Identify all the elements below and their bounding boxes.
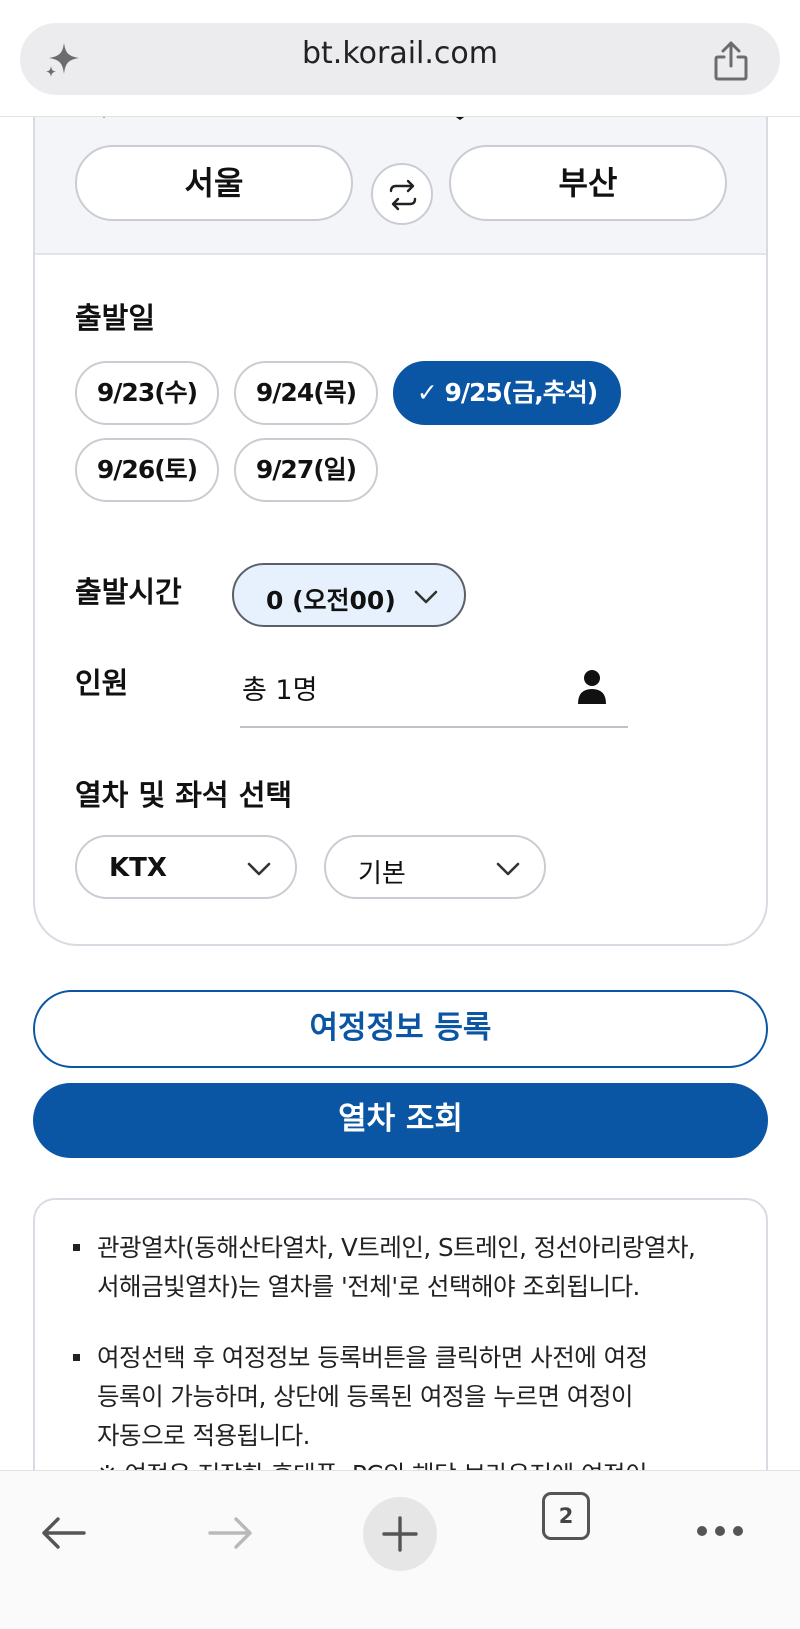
departure-time-value: 0 (오전00) bbox=[266, 586, 396, 615]
person-icon bbox=[578, 670, 606, 704]
tabs-button[interactable]: 2 bbox=[542, 1492, 590, 1540]
bullet-icon bbox=[73, 1244, 80, 1251]
departure-date-label: 출발일 bbox=[75, 301, 156, 335]
seat-type-value: 기본 bbox=[358, 859, 406, 889]
passenger-count-field[interactable]: 총 1명 bbox=[240, 660, 628, 728]
date-chip-0927[interactable]: 9/27(일) bbox=[234, 438, 378, 502]
bullet-icon bbox=[73, 1354, 80, 1361]
chevron-down-icon bbox=[496, 862, 520, 876]
forward-arrow-icon[interactable] bbox=[208, 1515, 254, 1551]
notice-line: 자동으로 적용됩니다. bbox=[97, 1421, 310, 1450]
browser-address-bar: bt.korail.com bbox=[0, 0, 800, 117]
url-text[interactable]: bt.korail.com bbox=[0, 36, 800, 71]
departure-time-select[interactable]: 0 (오전00) bbox=[232, 563, 466, 627]
plus-icon bbox=[382, 1516, 418, 1552]
chevron-down-icon bbox=[247, 862, 271, 876]
passenger-count-value: 총 1명 bbox=[242, 675, 318, 706]
share-icon[interactable] bbox=[712, 40, 750, 82]
swap-stations-button[interactable] bbox=[371, 163, 433, 225]
departure-station-button[interactable]: 서울 bbox=[75, 145, 353, 221]
new-tab-button[interactable] bbox=[363, 1497, 437, 1571]
back-arrow-icon[interactable] bbox=[40, 1515, 86, 1551]
notice-line: 관광열차(동해산타열차, V트레인, S트레인, 정선아리랑열차, bbox=[97, 1233, 696, 1262]
date-chip-0925-selected[interactable]: ✓ 9/25(금,추석) bbox=[393, 361, 621, 425]
notice-line: 서해금빛열차)는 열차를 '전체'로 선택해야 조회됩니다. bbox=[97, 1272, 640, 1301]
train-type-value: KTX bbox=[109, 853, 167, 883]
notice-line: 등록이 가능하며, 상단에 등록된 여정을 누르면 여정이 bbox=[97, 1382, 633, 1411]
arrival-station-button[interactable]: 부산 bbox=[449, 145, 727, 221]
swap-icon bbox=[389, 179, 417, 211]
date-chip-0923[interactable]: 9/23(수) bbox=[75, 361, 219, 425]
seat-type-select[interactable]: 기본 bbox=[324, 835, 546, 899]
chevron-down-icon bbox=[414, 590, 438, 604]
register-itinerary-button[interactable]: 여정정보 등록 bbox=[33, 990, 768, 1068]
passengers-label: 인원 bbox=[75, 666, 129, 700]
notice-card: 관광열차(동해산타열차, V트레인, S트레인, 정선아리랑열차, 서해금빛열차… bbox=[33, 1198, 768, 1498]
date-chip-0926[interactable]: 9/26(토) bbox=[75, 438, 219, 502]
more-icon[interactable] bbox=[696, 1525, 744, 1537]
search-trains-button[interactable]: 열차 조회 bbox=[33, 1083, 768, 1158]
train-seat-label: 열차 및 좌석 선택 bbox=[75, 778, 293, 812]
search-card: 서울 부산 출발일 9/23(수) 9/24(목) ✓ 9/25(금,추석) 9… bbox=[33, 60, 768, 946]
date-chip-0924[interactable]: 9/24(목) bbox=[234, 361, 378, 425]
train-type-select[interactable]: KTX bbox=[75, 835, 297, 899]
departure-time-label: 출발시간 bbox=[75, 575, 182, 609]
browser-toolbar: 2 bbox=[0, 1470, 800, 1629]
notice-line: 여정선택 후 여정정보 등록버튼을 클릭하면 사전에 여정 bbox=[97, 1343, 648, 1372]
